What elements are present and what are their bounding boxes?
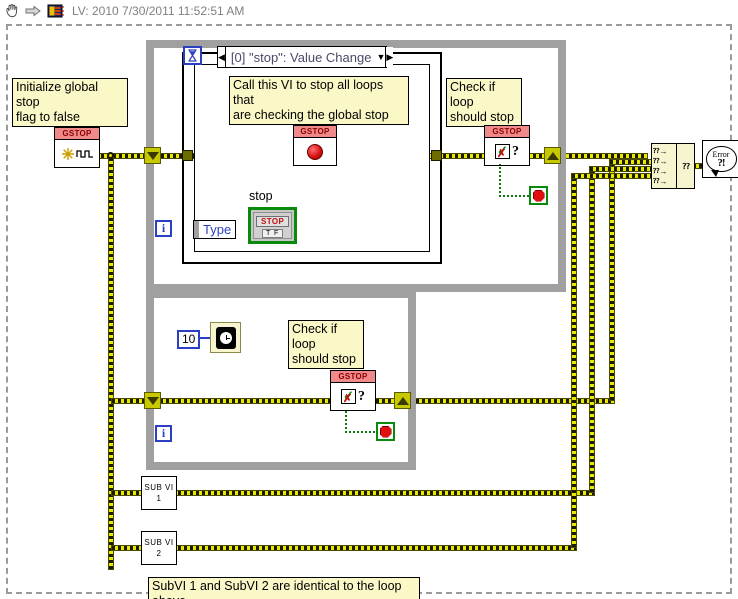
gstop-init-body [55,140,99,167]
bool-wire-top-vertical [499,164,501,197]
stop-boolean-control[interactable]: STOP T F [248,207,298,244]
subvi-1-line2: 1 [156,494,162,503]
hourglass-glyph [188,49,197,62]
subvi-2-node[interactable]: SUB VI 2 [141,531,177,565]
comment-subvi-note[interactable]: SubVI 1 and SubVI 2 are identical to the… [148,577,420,599]
stop-button-graphic: STOP [256,216,290,227]
event-prev-arrow-icon[interactable]: ◀ [218,47,226,67]
gstop-write-body [294,138,336,165]
merge-input-glyph-4: ⁇ [653,177,660,185]
comment-call-this-vi[interactable]: Call this VI to stop all loops that are … [229,76,409,125]
clock-icon [215,326,236,349]
error-wire-left-vertical [108,156,114,570]
global-variable-gstop-init[interactable]: GSTOP [54,127,100,168]
tunnel-up-icon [546,151,559,160]
event-type-label: Type [203,222,232,237]
loop-bottom-error-in-tunnel[interactable] [144,392,161,409]
error-wire-subvi2 [111,545,577,551]
hourglass-icon[interactable] [183,46,202,65]
error-bubble-tail [710,170,719,177]
merge-arrow-icon-2: → [659,156,668,166]
subvi-2-line2: 2 [156,549,162,558]
stop-control-label: stop [249,189,273,203]
stop-octagon-icon [532,189,545,202]
clock-dial [218,330,233,345]
comment-initialize-global-stop[interactable]: Initialize global stop flag to false [12,78,128,127]
boolean-init-icon [62,147,93,160]
hand-cursor-icon[interactable] [4,3,20,19]
merge-arrow-icon-1: → [659,146,668,156]
labview-vi-icon[interactable] [46,3,64,19]
wait-ms-constant[interactable]: 10 [177,330,201,349]
labview-block-diagram-window: LV: 2010 7/30/2011 11:52:51 AM i ◀ [0] "… [0,0,738,599]
merge-input-row-1: ⁇ → [653,146,675,156]
while-loop-bottom[interactable] [146,290,416,470]
merge-input-row-4: ⁇ → [653,176,675,186]
right-arrow-icon[interactable] [24,3,42,19]
merge-arrow-icon-3: → [659,166,668,176]
gstop-read-top-label: GSTOP [485,126,529,138]
wait-ms-function[interactable] [210,322,241,353]
window-title: LV: 2010 7/30/2011 11:52:51 AM [72,4,245,18]
tunnel-down-icon [146,396,159,405]
merge-input-glyph-1: ⁇ [653,147,660,155]
error-wire-junction [107,152,114,159]
error-wire-merge-in-4 [571,173,659,179]
error-wire-merge-in-3 [589,166,659,172]
loop-bottom-error-out-tunnel[interactable] [394,392,411,409]
gstop-init-label: GSTOP [55,128,99,140]
error-speech-bubble-icon: Error ?! [705,146,737,177]
event-type-terminal[interactable]: Type [193,220,237,239]
loop-top-error-out-tunnel[interactable] [544,147,561,164]
block-diagram-canvas[interactable]: i ◀ [0] "stop": Value Change ▼ ▶ Type In… [6,24,738,599]
loop-top-iteration-terminal[interactable]: i [155,220,172,237]
gstop-read-top-body: ✓ ✗ ? [485,138,529,165]
merge-input-row-3: ⁇ → [653,166,675,176]
merge-errors-function[interactable]: ⁇ → ⁇ → ⁇ → ⁇ → ⁇ [651,143,695,189]
global-variable-gstop-write[interactable]: GSTOP [293,125,337,166]
subvi-1-node[interactable]: SUB VI 1 [141,476,177,510]
stop-control-face: STOP T F [253,212,293,239]
event-case-selector[interactable]: ◀ [0] "stop": Value Change ▼ ▶ [217,46,394,68]
checkbox-icon: ✓ ✗ [495,143,510,160]
simple-error-handler-vi[interactable]: Error ?! [702,140,738,178]
error-wire-loop2-riser [609,159,615,401]
titlebar: LV: 2010 7/30/2011 11:52:51 AM [0,0,738,22]
red-led-icon [307,143,323,160]
loop-top-error-in-tunnel[interactable] [144,147,161,164]
clock-hand-hour [225,337,230,339]
merge-errors-output: ⁇ [682,161,690,171]
loop-top-stop-terminal[interactable] [529,186,548,205]
bool-wire-top-horizontal [499,195,532,197]
stop-tf-label: T F [261,229,284,238]
subvi-2-line1: SUB VI [144,538,174,547]
merge-input-glyph-2: ⁇ [653,157,660,165]
event-tunnel-left[interactable] [182,150,193,161]
chevron-down-icon[interactable]: ▼ [376,52,385,62]
global-variable-gstop-read-top[interactable]: GSTOP ✓ ✗ ? [484,125,530,166]
error-bubble-line2: ?! [717,157,725,169]
gstop-write-label: GSTOP [294,126,336,138]
error-wire-subvi1 [111,490,595,496]
cross-glyph: ✗ [497,148,507,160]
tunnel-down-icon [146,151,159,160]
event-tunnel-right[interactable] [431,150,442,161]
question-mark-label: ? [512,143,519,159]
merge-errors-inputs: ⁇ → ⁇ → ⁇ → ⁇ → [652,144,678,188]
event-next-arrow-icon[interactable]: ▶ [385,47,394,67]
merge-input-glyph-3: ⁇ [653,167,660,175]
comment-check-if-loop-should-stop-top[interactable]: Check if loop should stop [446,78,522,127]
subvi-1-line1: SUB VI [144,483,174,492]
merge-arrow-icon-4: → [659,176,668,186]
error-wire-loop2-out [403,398,615,404]
tunnel-up-icon [396,396,409,405]
loop-bottom-iteration-terminal[interactable]: i [155,425,172,442]
error-wire-subvi2-riser [571,173,577,548]
merge-input-row-2: ⁇ → [653,156,675,166]
error-wire-subvi1-riser [589,166,595,493]
event-case-label: [0] "stop": Value Change [230,49,372,65]
